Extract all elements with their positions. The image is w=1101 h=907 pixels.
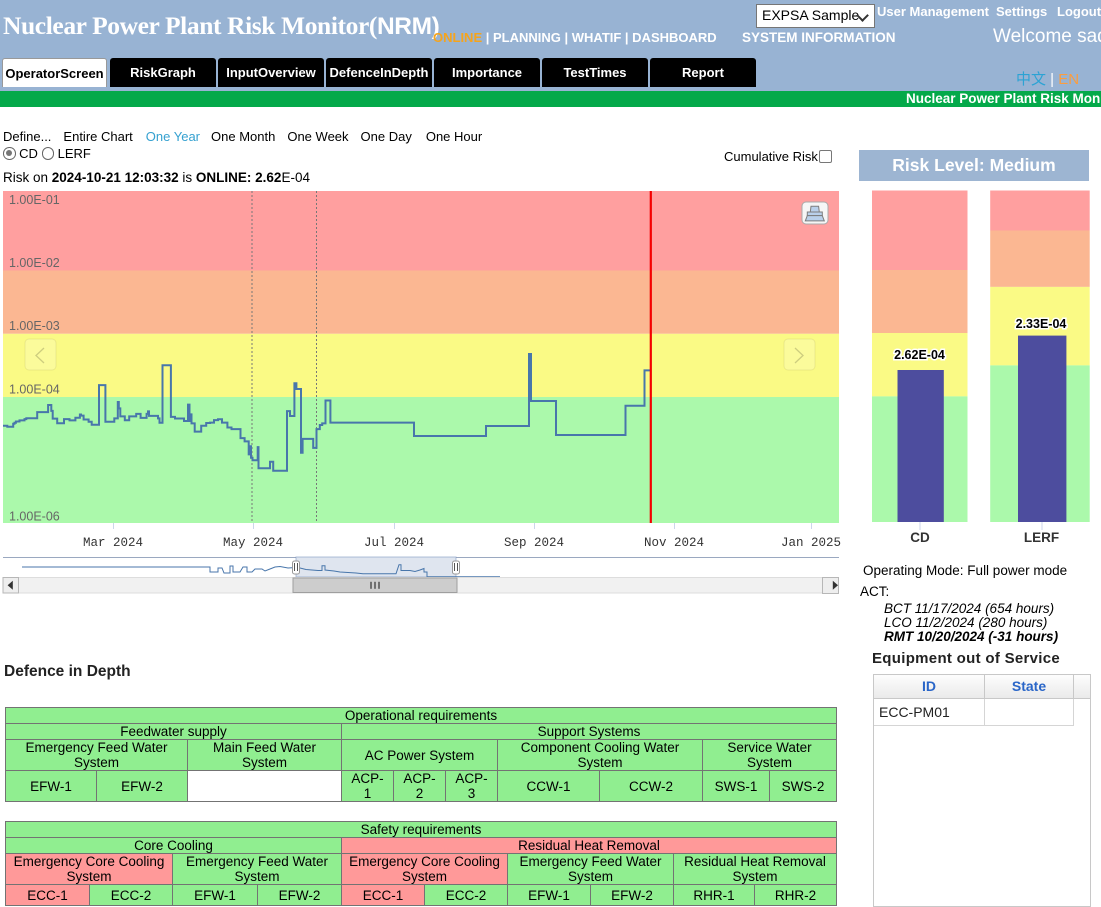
svg-text:2.62E-04: 2.62E-04 [894,348,945,362]
svg-text:1.00E-01: 1.00E-01 [9,193,60,207]
svg-text:1.00E-06: 1.00E-06 [9,510,60,524]
svg-text:Mar 2024: Mar 2024 [83,536,143,550]
svg-text:May 2024: May 2024 [223,536,283,550]
svg-text:Sep 2024: Sep 2024 [504,536,564,550]
svg-text:Nov 2024: Nov 2024 [644,536,704,550]
svg-text:1.00E-04: 1.00E-04 [9,383,60,397]
svg-text:Jan 2025: Jan 2025 [781,536,841,550]
svg-text:Jul 2024: Jul 2024 [364,536,424,550]
svg-text:1.00E-02: 1.00E-02 [9,256,60,270]
svg-text:CD: CD [910,530,930,545]
svg-text:LERF: LERF [1024,530,1059,545]
svg-text:1.00E-03: 1.00E-03 [9,319,60,333]
svg-text:2.33E-04: 2.33E-04 [1016,317,1067,331]
